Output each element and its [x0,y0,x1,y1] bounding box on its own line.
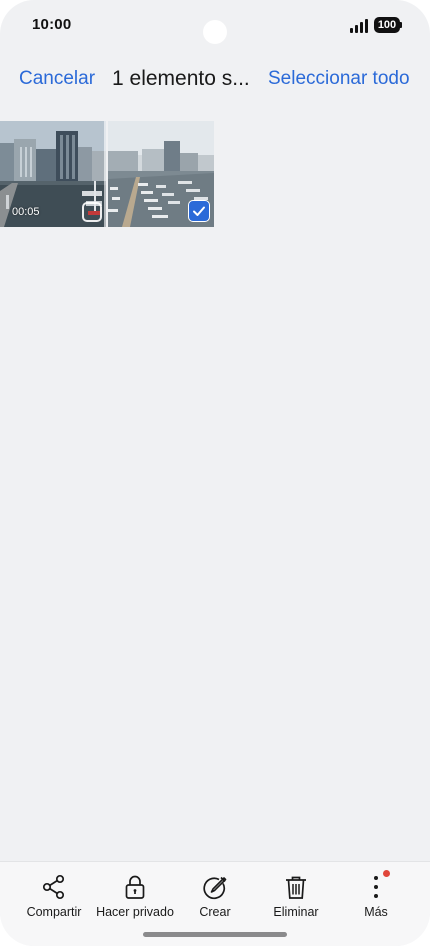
delete-label: Eliminar [253,905,339,919]
battery-icon: 100 [374,17,400,33]
make-private-label: Hacer privado [92,905,178,919]
notification-dot [383,870,390,877]
selection-header: Cancelar 1 elemento s... Seleccionar tod… [0,56,430,104]
status-time: 10:00 [32,16,71,33]
cancel-button[interactable]: Cancelar [19,68,95,90]
trash-icon [282,873,310,901]
selection-checkbox-checked[interactable] [188,200,210,222]
video-duration: 00:05 [12,206,40,218]
more-button[interactable]: Más [333,862,419,932]
home-indicator[interactable] [143,932,287,937]
make-private-button[interactable]: Hacer privado [92,862,178,932]
status-bar: 10:00 100 [0,0,430,52]
create-label: Crear [172,905,258,919]
video-thumbnail[interactable]: 00:05 [0,121,106,227]
front-camera [203,20,227,44]
create-button[interactable]: Crear [172,862,258,932]
pen-icon [201,873,229,901]
checkmark-icon [192,204,206,218]
battery-level: 100 [378,19,396,31]
selection-checkbox-unchecked[interactable] [82,202,102,222]
selection-count-title: 1 elemento s... [112,67,258,91]
lock-icon [121,873,149,901]
battery-tip [400,22,402,28]
media-grid: 00:05 [0,121,430,228]
screen: 10:00 100 Cancelar 1 elemento s... Selec… [0,0,430,946]
more-label: Más [333,905,419,919]
photo-thumbnail[interactable] [108,121,214,227]
signal-icon [350,18,370,33]
share-button[interactable]: Compartir [11,862,97,932]
delete-button[interactable]: Eliminar [253,862,339,932]
share-icon [40,873,68,901]
select-all-button[interactable]: Seleccionar todo [268,68,410,90]
share-label: Compartir [11,905,97,919]
more-vertical-icon [362,873,390,901]
